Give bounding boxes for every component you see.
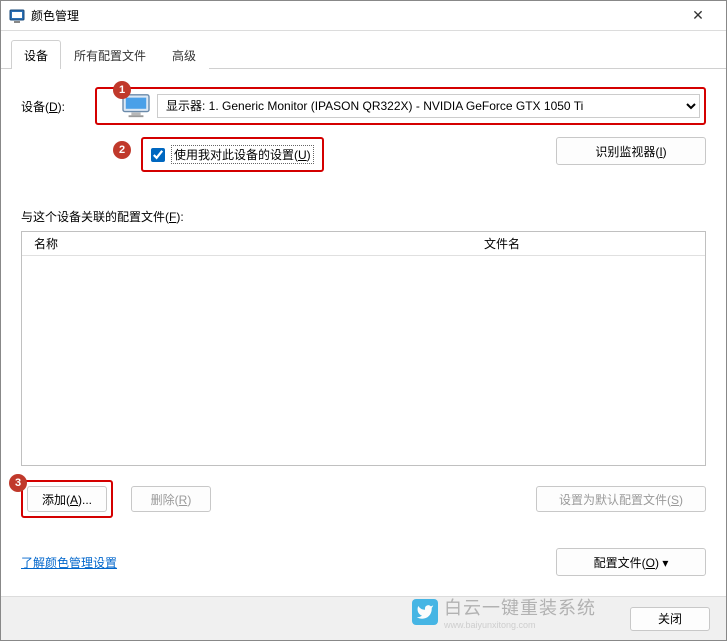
close-button[interactable]: 关闭: [630, 607, 710, 631]
set-default-button: 设置为默认配置文件(S): [536, 486, 706, 512]
tab-device[interactable]: 设备: [11, 40, 61, 69]
annotation-badge-1: 1: [113, 81, 131, 99]
identify-monitors-button[interactable]: 识别监视器(I): [556, 137, 706, 165]
annotation-box-2: 使用我对此设备的设置(U): [141, 137, 324, 172]
column-filename[interactable]: 文件名: [472, 235, 705, 252]
annotation-box-3: 添加(A)...: [21, 480, 113, 518]
annotation-badge-2: 2: [113, 141, 131, 159]
remove-button: 删除(R): [131, 486, 211, 512]
annotation-badge-3: 3: [9, 474, 27, 492]
tab-bar: 设备 所有配置文件 高级: [1, 31, 726, 69]
add-button[interactable]: 添加(A)...: [27, 486, 107, 512]
device-label: 设备(D):: [21, 98, 65, 115]
profiles-button[interactable]: 配置文件(O) ▾: [556, 548, 706, 576]
associated-profiles-label: 与这个设备关联的配置文件(F):: [21, 208, 706, 225]
tab-advanced[interactable]: 高级: [159, 40, 209, 69]
column-name[interactable]: 名称: [22, 235, 472, 252]
app-icon: [9, 8, 25, 24]
close-icon[interactable]: ✕: [678, 7, 718, 24]
dialog-footer: 关闭: [1, 596, 726, 640]
learn-color-management-link[interactable]: 了解颜色管理设置: [21, 554, 117, 571]
annotation-box-1: 显示器: 1. Generic Monitor (IPASON QR322X) …: [95, 87, 706, 125]
titlebar: 颜色管理 ✕: [1, 1, 726, 31]
tab-all-profiles[interactable]: 所有配置文件: [61, 40, 159, 69]
profiles-listview[interactable]: 名称 文件名: [21, 231, 706, 466]
window-title: 颜色管理: [31, 7, 678, 24]
device-panel: 设备(D): 1 显示器: 1. Generic Monitor (IPASON…: [1, 69, 726, 588]
device-select[interactable]: 显示器: 1. Generic Monitor (IPASON QR322X) …: [157, 94, 700, 118]
use-my-settings-label: 使用我对此设备的设置(U): [171, 145, 314, 164]
listview-header: 名称 文件名: [22, 232, 705, 256]
use-my-settings-checkbox[interactable]: [151, 148, 165, 162]
